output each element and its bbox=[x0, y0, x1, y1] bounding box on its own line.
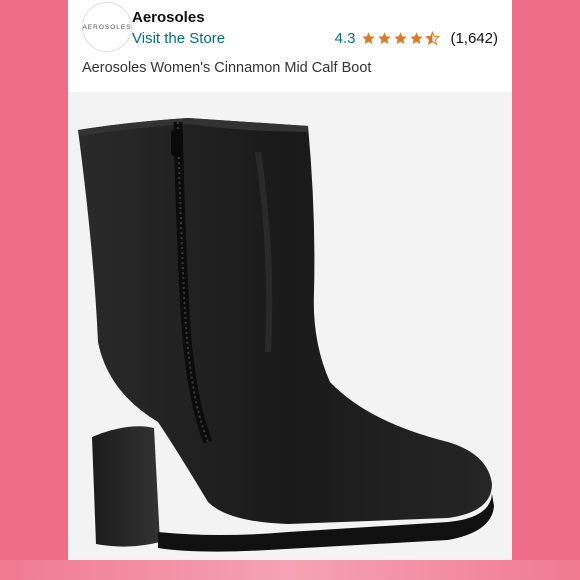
star-full-icon bbox=[378, 32, 392, 45]
visit-store-link[interactable]: Visit the Store bbox=[132, 30, 225, 47]
star-full-icon bbox=[394, 32, 408, 45]
brand-name[interactable]: Aerosoles bbox=[132, 9, 205, 26]
rating-value: 4.3 bbox=[334, 30, 356, 47]
star-rating bbox=[361, 31, 441, 46]
boot-illustration bbox=[78, 118, 494, 552]
rating-count[interactable]: (1,642) bbox=[450, 30, 498, 47]
frame-bottom-border bbox=[0, 560, 580, 580]
star-full-icon bbox=[362, 32, 376, 45]
star-full-icon bbox=[410, 32, 424, 45]
rating-summary[interactable]: 4.3 (1,642) bbox=[335, 30, 498, 47]
product-card: AEROSOLES Aerosoles Visit the Store 4.3 … bbox=[68, 0, 512, 566]
star-half-icon bbox=[425, 31, 441, 46]
product-title: Aerosoles Women's Cinnamon Mid Calf Boot bbox=[82, 60, 372, 76]
product-image[interactable] bbox=[68, 92, 512, 566]
brand-logo[interactable]: AEROSOLES bbox=[82, 2, 132, 52]
brand-row: AEROSOLES Aerosoles Visit the Store 4.3 … bbox=[68, 0, 512, 56]
